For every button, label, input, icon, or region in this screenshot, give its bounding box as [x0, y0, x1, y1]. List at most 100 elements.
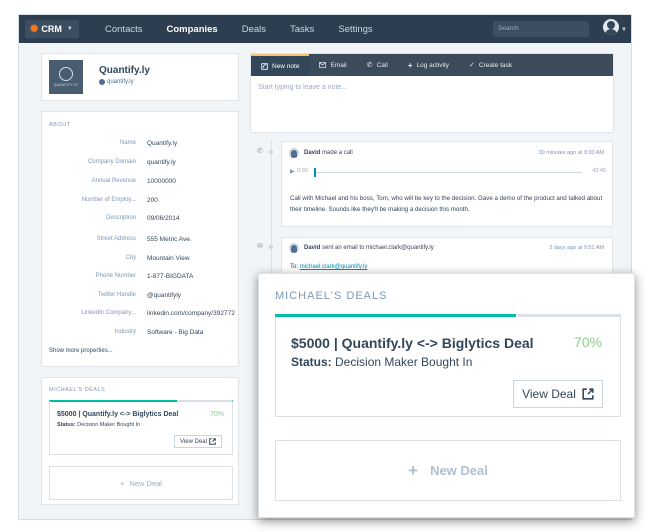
phone-icon: ✆ — [366, 62, 373, 69]
deal-percent: 70% — [573, 334, 602, 350]
event-action: made a call — [322, 150, 353, 156]
deal-progress-bar — [275, 314, 516, 317]
tab-log-activity[interactable]: + Log activity — [398, 54, 459, 76]
property-row[interactable]: Company Domain quantify.ly — [42, 159, 240, 171]
nav-companies[interactable]: Companies — [167, 24, 218, 35]
tab-label: Email — [330, 61, 347, 69]
tab-label: Log activity — [416, 61, 450, 69]
property-row[interactable]: City Mountain View — [42, 255, 240, 267]
view-deal-button[interactable]: View Deal — [174, 435, 222, 448]
pencil-icon — [261, 62, 268, 70]
top-nav: ✺ CRM ▼ Contacts Companies Deals Tasks S… — [19, 15, 631, 43]
envelope-icon — [319, 62, 327, 68]
tab-label: Create task — [478, 61, 513, 69]
about-card: ABOUT Name Quantify.ly Company Domain quan… — [41, 111, 239, 367]
show-more-link[interactable]: Show more properties... — [49, 348, 113, 354]
chevron-down-icon[interactable]: ▼ — [621, 27, 627, 33]
brand-label: CRM — [41, 24, 62, 34]
event-time: 2 days ago at 9:51 AM — [549, 245, 604, 251]
call-event: David made a call 30 minutes ago at 9:30… — [281, 141, 613, 227]
audio-scrubber[interactable] — [314, 168, 316, 177]
property-row[interactable]: Annual Revenue 10000000 — [42, 178, 240, 190]
deal-name: $5000 | Quantify.ly <-> Biglytics Deal — [291, 335, 534, 351]
deal-status-value: Decision Maker Bought In — [335, 355, 473, 369]
composer-tabs: New note Email ✆ Call + Log activity ✓ C… — [251, 54, 613, 76]
property-value: Mountain View — [147, 255, 190, 262]
company-domain[interactable]: quantify.ly — [99, 79, 134, 85]
property-row[interactable]: Twitter Handle @quantifyly — [42, 292, 240, 304]
chevron-down-icon: ▼ — [66, 26, 73, 32]
property-value: linkedin.com/company/392772 — [147, 310, 235, 317]
property-value: 1-877-BIGDATA — [147, 273, 194, 280]
property-label: City — [125, 255, 136, 261]
property-row[interactable]: Street Address 555 Metric Ave. — [42, 236, 240, 248]
tab-create-task[interactable]: ✓ Create task — [459, 54, 522, 76]
property-value: 09/06/2014 — [147, 215, 180, 222]
property-row[interactable]: Description 09/06/2014 — [42, 215, 240, 227]
deal-status: Status: Decision Maker Bought In — [57, 422, 140, 428]
company-header: QUANTIFY.LY Quantify.ly quantify.ly — [41, 53, 239, 101]
check-circle-icon: ✓ — [469, 62, 475, 69]
new-deal-button[interactable]: + New Deal — [49, 466, 233, 500]
avatar-body — [605, 29, 617, 35]
call-recording-player[interactable]: ▶ 0:00 43:45 — [290, 168, 606, 178]
email-to-link[interactable]: michael.clark@quantify.ly — [300, 264, 368, 270]
external-link-icon — [209, 438, 216, 445]
property-label: Name — [119, 140, 136, 146]
brand-menu[interactable]: ✺ CRM ▼ — [25, 20, 79, 38]
envelope-icon: ✉ — [257, 243, 263, 250]
property-row[interactable]: Number of Employ... 200 — [42, 197, 240, 209]
nav-tasks[interactable]: Tasks — [290, 24, 314, 35]
audio-start-time: 0:00 — [297, 168, 308, 174]
tab-call[interactable]: ✆ Call — [357, 54, 398, 76]
avatar — [289, 148, 299, 158]
property-label: Street Address — [96, 236, 136, 242]
event-actor: David — [304, 150, 321, 156]
audio-track[interactable] — [314, 172, 582, 173]
deal-name: $5000 | Quantify.ly <-> Biglytics Deal — [57, 411, 179, 418]
deal-card[interactable]: $5000 | Quantify.ly <-> Biglytics Deal 7… — [275, 314, 621, 417]
avatar[interactable] — [603, 19, 619, 35]
event-title: David sent an email to michael.clark@qua… — [304, 245, 434, 251]
property-value: Software - Big Data — [147, 329, 204, 336]
logo-text: QUANTIFY.LY — [53, 83, 79, 87]
avatar-head — [607, 21, 615, 29]
property-label: LinkedIn Company... — [81, 310, 136, 316]
property-row[interactable]: LinkedIn Company... linkedin.com/company/… — [42, 310, 240, 322]
property-row[interactable]: Phone Number 1-877-BIGDATA — [42, 273, 240, 285]
tab-new-note[interactable]: New note — [251, 54, 310, 76]
audio-end-time: 43:45 — [592, 168, 606, 174]
property-label: Annual Revenue — [91, 178, 136, 184]
property-row[interactable]: Name Quantify.ly — [42, 140, 240, 152]
plus-icon: + — [120, 478, 125, 488]
note-input[interactable]: Start typing to leave a note... — [258, 84, 347, 91]
play-icon[interactable]: ▶ — [290, 168, 295, 175]
view-deal-label: View Deal — [522, 387, 576, 401]
activity-composer: New note Email ✆ Call + Log activity ✓ C… — [250, 53, 614, 133]
about-title: ABOUT — [49, 122, 71, 128]
property-label: Twitter Handle — [97, 292, 136, 298]
event-body: Call with Michael and his boss, Tom, who… — [290, 195, 603, 213]
plus-icon: + — [408, 460, 419, 480]
property-value: 10000000 — [147, 178, 176, 185]
deals-title: MICHAEL'S DEALS — [49, 387, 106, 393]
new-deal-button[interactable]: + New Deal — [275, 440, 621, 501]
property-label: Number of Employ... — [81, 197, 136, 203]
property-label: Industry — [114, 329, 136, 335]
nav-contacts[interactable]: Contacts — [105, 24, 143, 35]
tab-email[interactable]: Email — [309, 54, 356, 76]
nav-deals[interactable]: Deals — [242, 24, 266, 35]
timeline-dot — [269, 245, 273, 249]
property-value: @quantifyly — [147, 292, 182, 299]
property-row[interactable]: Industry Software - Big Data — [42, 329, 240, 341]
tab-label: Call — [376, 61, 388, 69]
deal-card[interactable]: $5000 | Quantify.ly <-> Biglytics Deal 7… — [49, 400, 233, 455]
event-time: 30 minutes ago at 9:30 AM — [538, 150, 604, 156]
nav-settings[interactable]: Settings — [338, 24, 372, 35]
view-deal-button[interactable]: View Deal — [513, 380, 603, 408]
globe-icon — [99, 79, 105, 85]
deal-status-label: Status: — [57, 422, 76, 428]
search-input[interactable]: Search — [493, 21, 589, 37]
new-deal-label: New Deal — [129, 478, 162, 488]
property-label: Description — [105, 215, 136, 221]
